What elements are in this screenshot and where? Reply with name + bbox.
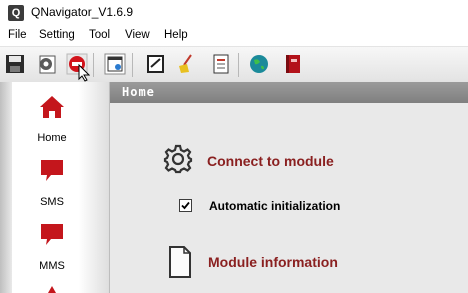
menu-view[interactable]: View [125, 29, 150, 41]
auto-init-checkbox[interactable] [179, 199, 192, 212]
edit-icon[interactable] [145, 53, 167, 75]
save-icon[interactable] [4, 53, 26, 75]
menu-bar: File Setting Tool View Help [0, 26, 468, 47]
sidebar-item-sms[interactable]: SMS [20, 158, 84, 212]
mms-icon [41, 224, 63, 245]
mouse-cursor-icon [78, 64, 90, 82]
sidebar-item-mms[interactable]: MMS [20, 222, 84, 276]
document-icon [169, 246, 191, 278]
title-bar: Q QNavigator_V1.6.9 [0, 0, 468, 26]
connect-to-module-link[interactable]: Connect to module [207, 153, 334, 169]
sidebar: Home SMS MMS [0, 82, 110, 293]
auto-init-label: Automatic initialization [209, 199, 341, 213]
sidebar-item-partial-icon [48, 286, 56, 293]
sidebar-scrollbar[interactable] [0, 82, 12, 293]
check-icon [181, 201, 190, 210]
toolbar-separator [238, 53, 239, 77]
menu-tool[interactable]: Tool [89, 29, 110, 41]
book-icon[interactable] [282, 53, 304, 75]
sms-icon [41, 160, 63, 181]
sidebar-item-label: MMS [39, 260, 65, 272]
clean-icon[interactable] [175, 53, 197, 75]
menu-setting[interactable]: Setting [39, 29, 75, 41]
toolbar-separator [93, 53, 94, 77]
sidebar-item-home[interactable]: Home [20, 94, 84, 148]
window-title: QNavigator_V1.6.9 [31, 5, 134, 19]
sidebar-item-label: Home [37, 132, 67, 144]
settings-icon[interactable] [36, 53, 58, 75]
module-information-link[interactable]: Module information [208, 254, 338, 270]
menu-help[interactable]: Help [164, 29, 188, 41]
toolbar [0, 47, 468, 83]
sidebar-item-label: SMS [40, 196, 64, 208]
toolbar-separator [132, 53, 133, 77]
app-icon: Q [8, 5, 24, 21]
content-header: Home [110, 82, 468, 103]
page-title: Home [122, 85, 155, 99]
gear-icon [163, 144, 193, 174]
new-window-icon[interactable] [104, 53, 126, 75]
document-icon[interactable] [210, 53, 232, 75]
globe-icon[interactable] [248, 53, 270, 75]
menu-file[interactable]: File [8, 29, 27, 41]
home-icon [40, 96, 64, 118]
main-content: Connect to module Automatic initializati… [110, 103, 468, 293]
